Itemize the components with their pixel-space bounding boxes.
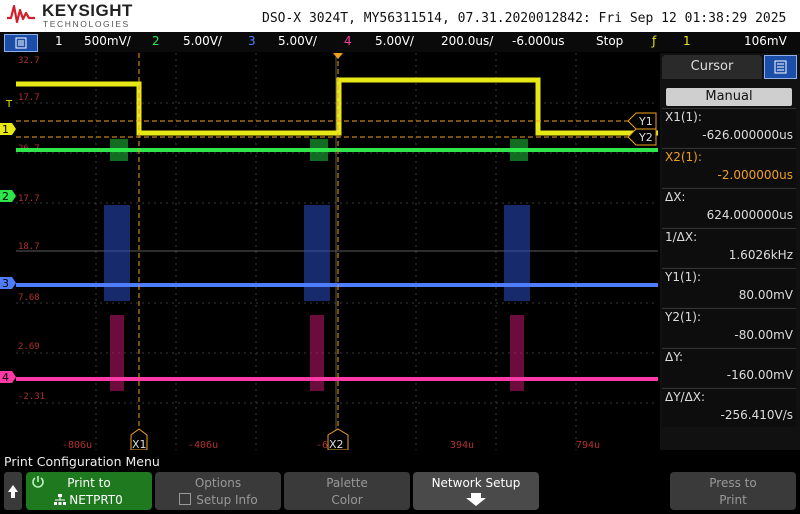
- softkey-value: Color: [331, 493, 363, 507]
- ch3-number[interactable]: 3: [248, 34, 256, 48]
- brand-subtitle: TECHNOLOGIES: [43, 19, 130, 29]
- cursor-x1-label: X1: [132, 438, 147, 450]
- brand-name: KEYSIGHT: [42, 1, 133, 20]
- softkey-label: Options: [194, 476, 242, 490]
- cursor-row-value: 80.00mV: [738, 288, 793, 302]
- cursor-row-value: 624.000000us: [706, 208, 793, 222]
- run-state[interactable]: Stop: [596, 34, 623, 48]
- options-softkey[interactable]: Options Setup Info: [155, 472, 281, 510]
- cursor-row-dx: ΔX: 624.000000us: [662, 188, 796, 227]
- cursor-row-label: Y1(1):: [665, 270, 702, 284]
- ch3-marker-label: 3: [2, 277, 9, 290]
- cursor-row-value: -80.00mV: [734, 328, 793, 342]
- sidebar-title[interactable]: Cursor: [662, 55, 762, 79]
- x-tick: 394u: [450, 440, 474, 450]
- cursor-row-label: X1(1):: [665, 110, 702, 124]
- scale-label: 7.68: [18, 293, 40, 303]
- cursor-y1-label: Y1: [638, 115, 653, 128]
- cursor-row-x1: X1(1): -626.000000us: [662, 108, 796, 147]
- cursor-row-label: 1/ΔX:: [665, 230, 698, 244]
- softkey-label: Print to: [67, 476, 111, 490]
- ch1-number[interactable]: 1: [55, 34, 63, 48]
- timebase-scale[interactable]: 200.0us/: [441, 34, 493, 48]
- ch4-marker-label: 4: [2, 371, 9, 384]
- menu-up-button[interactable]: [4, 472, 22, 510]
- softkey-label: Network Setup: [431, 476, 521, 490]
- ch4-scale[interactable]: 5.00V/: [375, 34, 414, 48]
- network-setup-softkey[interactable]: Network Setup: [413, 472, 539, 510]
- cursor-y2-label: Y2: [638, 131, 653, 144]
- cursor-row-value: -2.000000us: [717, 168, 793, 182]
- scale-label: 17.7: [18, 194, 40, 204]
- waveform-display[interactable]: 32.7 17.7 26.7 17.7 18.7 7.68 2.69 -2.31: [16, 53, 658, 450]
- cursor-row-y2: Y2(1): -80.00mV: [662, 308, 796, 347]
- cursor-row-value: 1.6026kHz: [728, 248, 793, 262]
- softkey-label: Press to: [709, 476, 757, 490]
- scale-label: 17.7: [18, 93, 40, 103]
- cursor-row-y1: Y1(1): 80.00mV: [662, 268, 796, 307]
- network-icon: [54, 494, 66, 505]
- palette-softkey[interactable]: Palette Color: [284, 472, 410, 510]
- x-tick: -406u: [188, 440, 218, 450]
- sidebar-menu-icon[interactable]: [764, 55, 797, 79]
- press-to-print-softkey[interactable]: Press to Print: [670, 472, 796, 510]
- menu-title: Print Configuration Menu: [4, 454, 160, 469]
- cursor-row-dy: ΔY: -160.00mV: [662, 348, 796, 387]
- instrument-info: DSO-X 3024T, MY56311514, 07.31.202001284…: [262, 11, 787, 26]
- main-menu-button[interactable]: [4, 34, 38, 52]
- ch2-scale[interactable]: 5.00V/: [183, 34, 222, 48]
- x-tick: 794u: [576, 440, 600, 450]
- cursor-row-label: ΔX:: [665, 190, 686, 204]
- ch3-scale[interactable]: 5.00V/: [278, 34, 317, 48]
- cursor-row-label: Y2(1):: [665, 310, 702, 324]
- softkey-label: Palette: [326, 476, 368, 490]
- ch1-marker-label: 1: [2, 123, 9, 136]
- softkey-value: Setup Info: [196, 493, 258, 507]
- cursor-row-label: ΔY:: [665, 350, 683, 364]
- scale-label: -2.31: [18, 392, 45, 402]
- print-to-softkey[interactable]: Print to NETPRT0: [26, 472, 152, 510]
- cursor-row-x2[interactable]: X2(1): -2.000000us: [662, 148, 796, 187]
- ch1-scale[interactable]: 500mV/: [84, 34, 131, 48]
- timebase-delay[interactable]: -6.000us: [512, 34, 565, 48]
- x-tick: -806u: [62, 440, 92, 450]
- trigger-channel[interactable]: 1: [683, 34, 691, 48]
- keysight-logo-icon: [7, 4, 35, 24]
- ch2-marker-label: 2: [2, 190, 9, 203]
- scale-label: 18.7: [18, 242, 40, 252]
- scale-label: 2.69: [18, 342, 40, 352]
- cursor-row-inv-dx: 1/ΔX: 1.6026kHz: [662, 228, 796, 267]
- softkey-value: Print: [719, 493, 747, 507]
- up-arrow-icon: [8, 485, 18, 498]
- channel-markers: 1 T 2 3 4: [0, 99, 16, 384]
- trigger-level-icon: T: [5, 99, 13, 110]
- softkey-value: NETPRT0: [69, 493, 123, 507]
- cursor-row-label: X2(1):: [665, 150, 702, 164]
- cursor-mode-button[interactable]: Manual: [666, 88, 792, 106]
- cursor-row-dy-dx: ΔY/ΔX: -256.410V/s: [662, 388, 796, 427]
- trigger-level[interactable]: 106mV: [744, 34, 787, 48]
- cursor-row-label: ΔY/ΔX:: [665, 390, 706, 404]
- trigger-icon: ƒ: [652, 34, 657, 48]
- cursor-row-value: -160.00mV: [726, 368, 793, 382]
- scale-label: 32.7: [18, 56, 40, 66]
- ch4-number[interactable]: 4: [344, 34, 352, 48]
- cursor-row-value: -626.000000us: [702, 128, 793, 142]
- cursor-x2-label: X2: [329, 438, 344, 450]
- menu-icon: [15, 37, 27, 49]
- ch2-number[interactable]: 2: [152, 34, 160, 48]
- cursor-row-value: -256.410V/s: [720, 408, 793, 422]
- channel-status-bar: 1 500mV/ 2 5.00V/ 3 5.00V/ 4 5.00V/ 200.…: [0, 32, 800, 52]
- down-arrow-icon: [466, 493, 486, 506]
